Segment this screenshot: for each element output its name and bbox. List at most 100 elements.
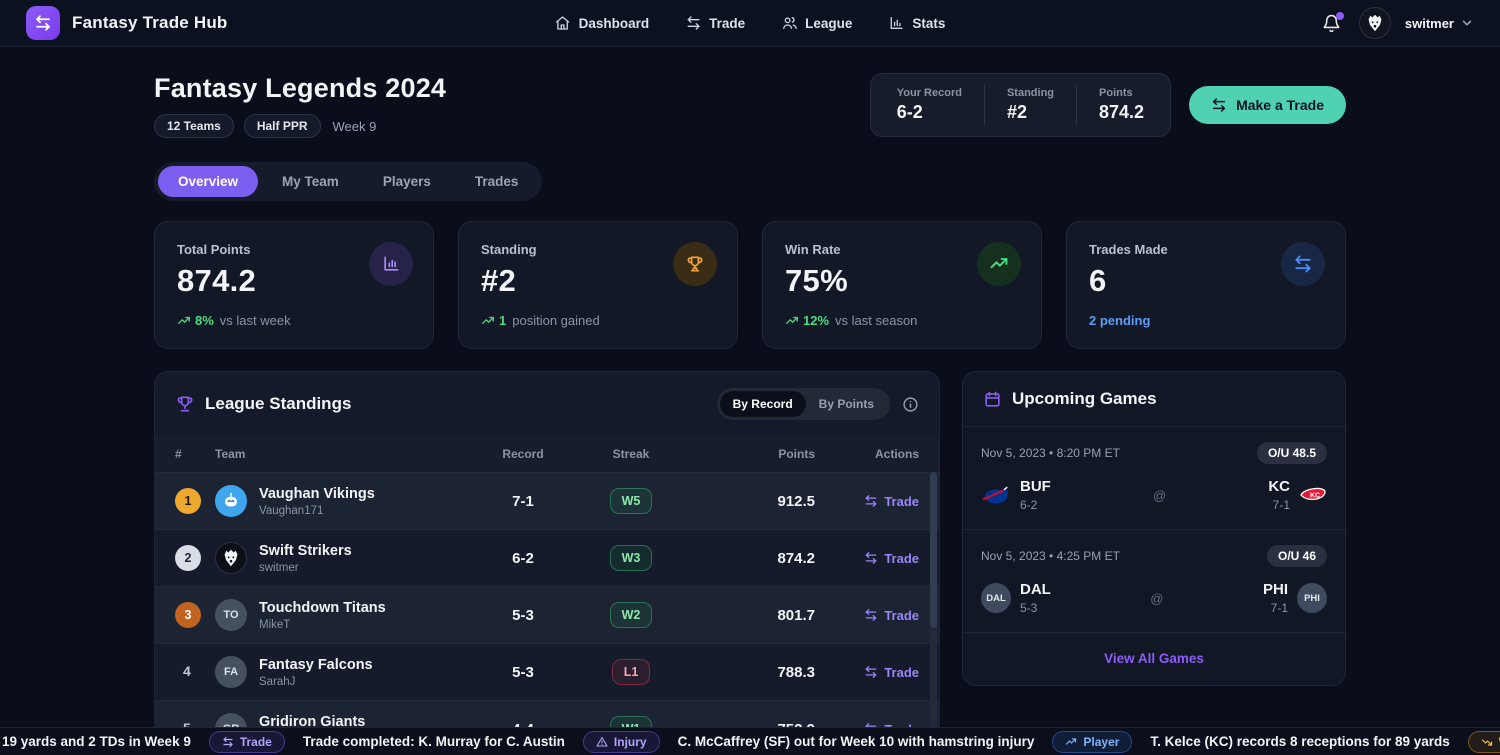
rank-badge: 2 (175, 545, 201, 571)
delta-up: 8% (177, 313, 214, 328)
sort-toggle: By Record By Points (717, 388, 890, 420)
table-row: 4 FA Fantasy Falcons SarahJ 5-3 L1 788.3… (155, 643, 939, 700)
trending-up-icon (977, 242, 1021, 286)
tab-players[interactable]: Players (363, 166, 451, 197)
streak-badge: W3 (610, 545, 653, 571)
standings-title: League Standings (205, 394, 351, 414)
gorilla-mascot-icon (220, 547, 242, 569)
notifications-button[interactable] (1318, 10, 1345, 37)
scrollbar-thumb[interactable] (930, 472, 937, 628)
swap-icon (685, 15, 701, 31)
home-team-record: 7-1 (1263, 601, 1288, 615)
chiefs-logo-icon: KC (1299, 485, 1327, 505)
summary-label: Your Record (897, 87, 962, 99)
team-avatar-robot (215, 485, 247, 517)
alert-triangle-icon (596, 736, 608, 748)
at-symbol: @ (1051, 591, 1263, 606)
toggle-by-record[interactable]: By Record (720, 391, 806, 417)
stat-card-standing: Standing #2 1 position gained (458, 221, 738, 349)
upcoming-games-panel: Upcoming Games Nov 5, 2023 • 8:20 PM ET … (962, 371, 1346, 686)
summary-points: Points 874.2 (1076, 85, 1166, 125)
away-team-abbr: DAL (1020, 581, 1051, 599)
summary-value: #2 (1007, 102, 1054, 123)
team-owner: SarahJ (259, 676, 373, 688)
ticker-badge-trade: Trade (209, 731, 285, 753)
table-row: 1 Vaughan Vikings Vaughan171 (155, 472, 939, 529)
stat-note: vs last season (835, 313, 917, 328)
col-record: Record (471, 447, 575, 461)
trending-up-icon (785, 314, 799, 328)
delta-up: 1 (481, 313, 506, 328)
notification-dot (1336, 12, 1344, 20)
nav-right: switmer (1318, 7, 1474, 39)
trade-button[interactable]: Trade (864, 665, 919, 680)
app-title: Fantasy Trade Hub (72, 13, 228, 33)
view-all-games-link[interactable]: View All Games (1104, 651, 1204, 666)
stat-note: position gained (512, 313, 599, 328)
team-avatar-initials: FA (215, 656, 247, 688)
phi-logo-badge: PHI (1297, 583, 1327, 613)
user-avatar[interactable] (1359, 7, 1391, 39)
tab-trades[interactable]: Trades (455, 166, 539, 197)
nav-item-trade[interactable]: Trade (685, 15, 745, 31)
ticker-badge-waiver: Waiver (1468, 731, 1500, 753)
chart-icon (888, 15, 904, 31)
dal-logo-badge: DAL (981, 583, 1011, 613)
make-a-trade-button[interactable]: Make a Trade (1189, 86, 1346, 124)
username: switmer (1405, 16, 1454, 31)
trade-button[interactable]: Trade (864, 494, 919, 509)
home-team-abbr: PHI (1263, 581, 1288, 599)
ticker-text: 19 yards and 2 TDs in Week 9 (2, 734, 191, 749)
streak-badge: W2 (610, 602, 653, 628)
user-menu[interactable]: switmer (1405, 16, 1474, 31)
trending-up-icon (177, 314, 191, 328)
game-item: Nov 5, 2023 • 4:25 PM ET O/U 46 DAL DAL … (963, 530, 1345, 633)
week-label: Week 9 (333, 119, 377, 134)
ticker-badge-player: Player (1052, 731, 1132, 753)
team-name: Vaughan Vikings (259, 485, 375, 503)
view-tabs: Overview My Team Players Trades (154, 162, 542, 201)
trade-button[interactable]: Trade (864, 551, 919, 566)
nav-item-stats[interactable]: Stats (888, 15, 945, 31)
page-title: Fantasy Legends 2024 (154, 73, 446, 104)
delta-up: 12% (785, 313, 829, 328)
over-under-badge: O/U 48.5 (1257, 442, 1327, 464)
swap-icon (1281, 242, 1325, 286)
standings-table-header: # Team Record Streak Points Actions (155, 436, 939, 472)
team-avatar-gorilla (215, 542, 247, 574)
away-team-record: 6-2 (1020, 498, 1051, 512)
nav-item-label: League (805, 16, 852, 31)
nav-item-dashboard[interactable]: Dashboard (555, 15, 650, 31)
ticker-badge-injury: Injury (583, 731, 660, 753)
team-record: 5-3 (471, 607, 575, 624)
info-icon[interactable] (902, 396, 919, 413)
trophy-icon (175, 394, 195, 414)
trade-button[interactable]: Trade (864, 608, 919, 623)
stat-card-win-rate: Win Rate 75% 12% vs last season (762, 221, 1042, 349)
summary-standing: Standing #2 (984, 85, 1076, 125)
col-streak: Streak (575, 447, 687, 461)
trending-up-icon (481, 314, 495, 328)
swap-icon (864, 665, 878, 679)
ticker-text: T. Kelce (KC) records 8 receptions for 8… (1150, 734, 1449, 749)
nav-item-label: Dashboard (579, 16, 650, 31)
trophy-icon (673, 242, 717, 286)
page-content: Fantasy Legends 2024 12 Teams Half PPR W… (154, 47, 1346, 755)
toggle-by-points[interactable]: By Points (806, 391, 887, 417)
record-summary-card: Your Record 6-2 Standing #2 Points 874.2 (870, 73, 1171, 137)
app-logo (26, 6, 60, 40)
tab-my-team[interactable]: My Team (262, 166, 359, 197)
pending-trades-link[interactable]: 2 pending (1089, 313, 1150, 328)
swap-icon (222, 736, 234, 748)
upcoming-games-title: Upcoming Games (1012, 389, 1157, 409)
top-nav: Fantasy Trade Hub Dashboard Trade League… (0, 0, 1500, 47)
table-scrollbar[interactable] (930, 472, 937, 755)
summary-label: Points (1099, 87, 1144, 99)
rank-badge: 3 (175, 602, 201, 628)
nav-item-league[interactable]: League (781, 15, 852, 31)
home-icon (555, 15, 571, 31)
tab-overview[interactable]: Overview (158, 166, 258, 197)
brand[interactable]: Fantasy Trade Hub (26, 6, 228, 40)
news-ticker: 19 yards and 2 TDs in Week 9 Trade Trade… (0, 727, 1500, 755)
rank-badge: 1 (175, 488, 201, 514)
